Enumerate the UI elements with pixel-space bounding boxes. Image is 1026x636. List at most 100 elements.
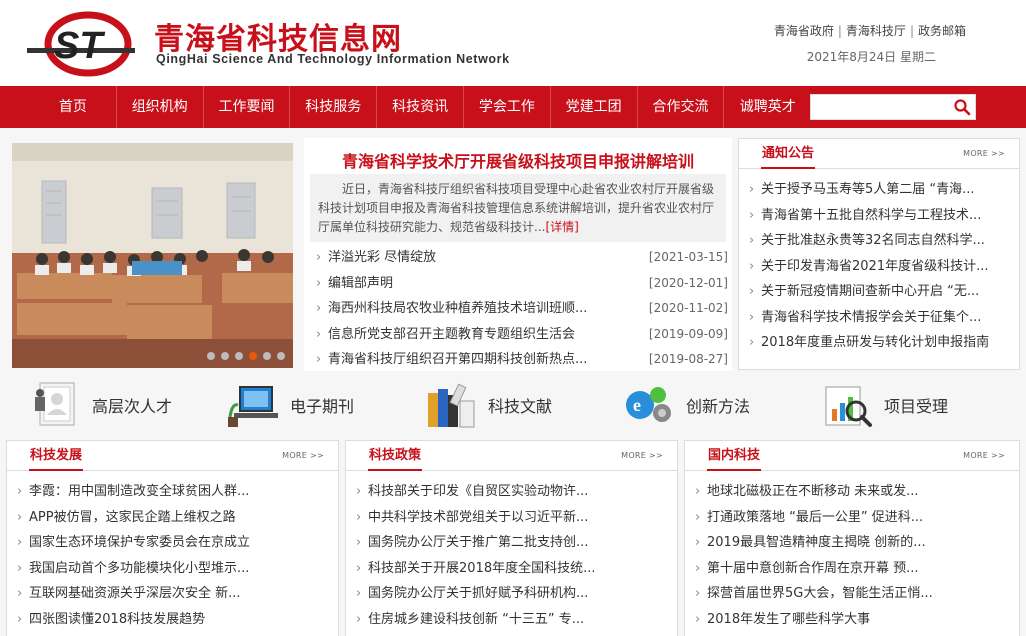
news-row[interactable]: 青海省科技厅组织召开第四期科技创新热点... [2019-08-27] — [314, 347, 728, 373]
list-item[interactable]: 互联网基础资源关乎深层次安全 新... — [17, 581, 338, 607]
service-ejournal[interactable]: 电子期刊 — [226, 376, 354, 434]
list-item[interactable]: 2019最具智造精神度主揭晓 创新的... — [695, 530, 1019, 556]
service-label: 创新方法 — [686, 397, 751, 416]
search-icon[interactable] — [953, 98, 971, 116]
list-item[interactable]: 关于授予马玉寿等5人第二届 “青海... — [749, 177, 1019, 203]
list-item[interactable]: 关于印发青海省2021年度省级科技计... — [749, 254, 1019, 280]
top-link-government[interactable]: 青海省政府 — [774, 24, 834, 38]
project-icon — [825, 386, 872, 427]
innovation-icon: e — [626, 387, 671, 422]
list-item[interactable]: 住房城乡建设科技创新 “十三五” 专... — [356, 607, 677, 633]
section-header: 科技发展 MORE >> — [7, 441, 338, 471]
site-header: ST 青海省科技信息网 QingHai Science And Technolo… — [0, 0, 1026, 86]
nav-item-tech-info[interactable]: 科技资讯 — [377, 86, 464, 128]
service-innovation[interactable]: e 创新方法 — [622, 376, 750, 434]
section-title[interactable]: 科技政策 — [368, 441, 423, 471]
slider-dot[interactable] — [277, 352, 285, 360]
service-label: 项目受理 — [884, 397, 949, 416]
slider-dots — [207, 352, 285, 360]
news-title[interactable]: 海西州科技局农牧业种植养殖技术培训班顺... — [314, 296, 634, 322]
list-item[interactable]: 科技部关于开展2018年度全国科技统... — [356, 556, 677, 582]
slider-dot[interactable] — [235, 352, 243, 360]
nav-item-work-news[interactable]: 工作要闻 — [204, 86, 291, 128]
section-header: 国内科技 MORE >> — [685, 441, 1019, 471]
news-title[interactable]: 编辑部声明 — [314, 271, 634, 297]
photo-slider[interactable] — [12, 143, 293, 368]
talent-icon — [35, 382, 75, 426]
service-literature[interactable]: 科技文献 — [424, 376, 552, 434]
service-talent[interactable]: 高层次人才 — [28, 376, 172, 434]
section-more-link[interactable]: MORE >> — [282, 451, 324, 460]
list-item[interactable]: 关于批准赵永贵等32名同志自然科学... — [749, 228, 1019, 254]
list-item[interactable]: 打通政策落地 “最后一公里” 促进科... — [695, 505, 1019, 531]
slider-dot[interactable] — [263, 352, 271, 360]
news-row[interactable]: 编辑部声明 [2020-12-01] — [314, 271, 728, 297]
list-item[interactable]: 探营首届世界5G大会，智能生活正悄... — [695, 581, 1019, 607]
headline-details-link[interactable]: [详情] — [545, 220, 578, 234]
notice-header: 通知公告 MORE >> — [739, 139, 1019, 169]
service-label: 高层次人才 — [92, 397, 173, 416]
list-item[interactable]: 青海省科学技术情报学会关于征集个... — [749, 305, 1019, 331]
list-item[interactable]: 科技部关于印发《自贸区实验动物许... — [356, 479, 677, 505]
news-date: [2020-12-01] — [648, 275, 728, 290]
news-title[interactable]: 青海省科技厅组织召开第四期科技创新热点... — [314, 347, 634, 373]
nav-item-party[interactable]: 党建工团 — [551, 86, 638, 128]
section-more-link[interactable]: MORE >> — [963, 451, 1005, 460]
service-bar: 高层次人才 电子期刊 科技文献 e 创新方法 项目受理 — [0, 376, 1026, 434]
slide-image — [12, 143, 293, 368]
headline-title[interactable]: 青海省科学技术厅开展省级科技项目申报讲解培训 — [304, 148, 732, 172]
list-item[interactable]: 关于新冠疫情期间查新中心开启 “无... — [749, 279, 1019, 305]
logo-icon[interactable]: ST — [22, 8, 142, 78]
slider-dot-active[interactable] — [249, 352, 257, 360]
separator: | — [909, 24, 914, 38]
list-item[interactable]: 中共科学技术部党组关于以习近平新... — [356, 505, 677, 531]
literature-icon — [428, 383, 475, 428]
top-link-mail[interactable]: 政务邮箱 — [918, 24, 966, 38]
section-title[interactable]: 国内科技 — [707, 441, 762, 471]
search-input[interactable] — [811, 95, 951, 119]
service-label: 科技文献 — [488, 397, 553, 416]
list-item[interactable]: 地球北磁极正在不断移动 未来或发... — [695, 479, 1019, 505]
list-item[interactable]: 2018年发生了哪些科学大事 — [695, 607, 1019, 633]
list-item[interactable]: 李霞：用中国制造改变全球贫困人群... — [17, 479, 338, 505]
notice-more-link[interactable]: MORE >> — [963, 149, 1005, 158]
section-list: 地球北磁极正在不断移动 未来或发... 打通政策落地 “最后一公里” 促进科..… — [685, 471, 1019, 632]
slider-dot[interactable] — [207, 352, 215, 360]
news-date: [2019-08-27] — [648, 352, 728, 366]
headline-summary-text: 近日，青海省科技厅组织省科技项目受理中心赴省农业农村厅开展省级科技计划项目申报及… — [318, 182, 715, 234]
nav-item-recruit[interactable]: 诚聘英才 — [724, 86, 811, 128]
list-item[interactable]: 2018年度重点研发与转化计划申报指南 — [749, 330, 1019, 356]
news-date: [2019-09-09] — [648, 326, 728, 341]
news-date: [2021-03-15] — [648, 250, 728, 264]
headline-panel: 青海省科学技术厅开展省级科技项目申报讲解培训 近日，青海省科技厅组织省科技项目受… — [304, 138, 732, 373]
top-link-tech-department[interactable]: 青海科技厅 — [846, 24, 906, 38]
site-title-en: QingHai Science And Technology Informati… — [156, 52, 510, 66]
news-row[interactable]: 海西州科技局农牧业种植养殖技术培训班顺... [2020-11-02] — [314, 296, 728, 322]
nav-item-organization[interactable]: 组织机构 — [117, 86, 204, 128]
list-item[interactable]: 国家生态环境保护专家委员会在京成立 — [17, 530, 338, 556]
nav-item-home[interactable]: 首页 — [30, 86, 117, 128]
section-title[interactable]: 科技发展 — [29, 441, 84, 471]
nav-item-society[interactable]: 学会工作 — [464, 86, 551, 128]
slider-dot[interactable] — [221, 352, 229, 360]
service-project[interactable]: 项目受理 — [820, 376, 948, 434]
section-list: 科技部关于印发《自贸区实验动物许... 中共科学技术部党组关于以习近平新... … — [346, 471, 677, 632]
news-row[interactable]: 洋溢光彩 尽情绽放 [2021-03-15] — [314, 245, 728, 271]
news-title[interactable]: 信息所党支部召开主题教育专题组织生活会 — [314, 322, 634, 348]
notice-title[interactable]: 通知公告 — [761, 139, 816, 169]
list-item[interactable]: 我国启动首个多功能模块化小型堆示... — [17, 556, 338, 582]
list-item[interactable]: 国务院办公厅关于推广第二批支持创... — [356, 530, 677, 556]
list-item[interactable]: 第十届中意创新合作周在京开幕 预... — [695, 556, 1019, 582]
section-domestic-tech: 国内科技 MORE >> 地球北磁极正在不断移动 未来或发... 打通政策落地 … — [684, 440, 1020, 636]
news-row[interactable]: 信息所党支部召开主题教育专题组织生活会 [2019-09-09] — [314, 322, 728, 348]
section-more-link[interactable]: MORE >> — [621, 451, 663, 460]
notice-list: 关于授予马玉寿等5人第二届 “青海... 青海省第十五批自然科学与工程技术...… — [739, 169, 1019, 356]
nav-item-cooperation[interactable]: 合作交流 — [638, 86, 725, 128]
list-item[interactable]: APP被仿冒，这家民企踏上维权之路 — [17, 505, 338, 531]
main-nav: 首页 组织机构 工作要闻 科技服务 科技资讯 学会工作 党建工团 合作交流 诚聘… — [0, 86, 1026, 128]
list-item[interactable]: 四张图读懂2018科技发展趋势 — [17, 607, 338, 633]
news-title[interactable]: 洋溢光彩 尽情绽放 — [314, 245, 634, 271]
list-item[interactable]: 国务院办公厅关于抓好赋予科研机构... — [356, 581, 677, 607]
list-item[interactable]: 青海省第十五批自然科学与工程技术... — [749, 203, 1019, 229]
nav-item-tech-service[interactable]: 科技服务 — [290, 86, 378, 128]
